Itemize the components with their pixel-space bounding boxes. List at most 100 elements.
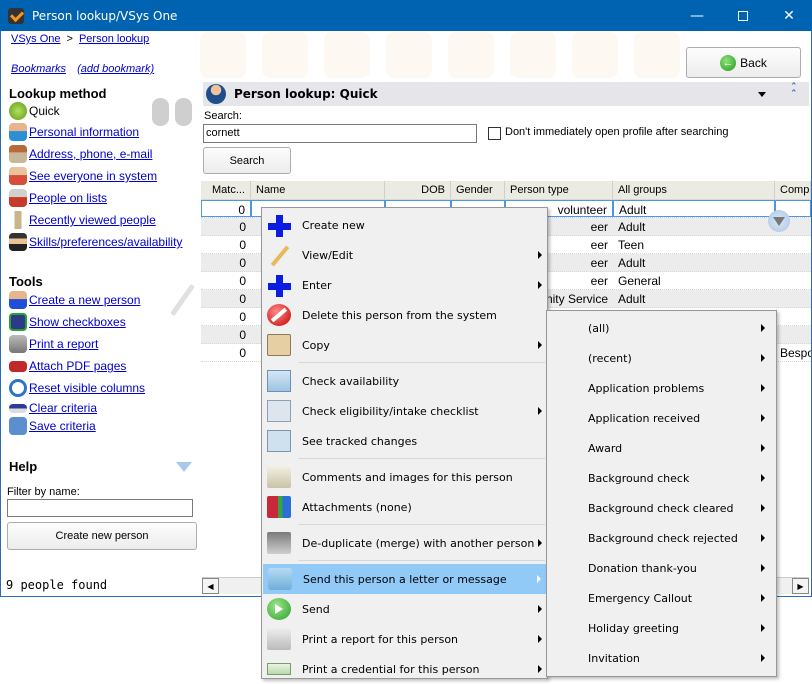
- bookmarks-link[interactable]: Bookmarks: [11, 63, 66, 75]
- lookup-people-on-lists[interactable]: People on lists: [9, 187, 182, 209]
- submenu-item[interactable]: Emergency Callout: [547, 583, 776, 613]
- collapse-icon[interactable]: ˆˆ: [791, 82, 797, 100]
- lookup-skills-link[interactable]: Skills/preferences/availability: [29, 235, 182, 249]
- context-menu-item[interactable]: Send: [262, 594, 547, 624]
- lookup-address[interactable]: Address, phone, e-mail: [9, 143, 182, 165]
- lookup-skills[interactable]: Skills/preferences/availability: [9, 231, 182, 253]
- context-menu-item[interactable]: See tracked changes: [262, 426, 547, 456]
- match-cell: 0: [239, 256, 246, 270]
- lookup-recently-viewed[interactable]: Recently viewed people: [9, 209, 182, 231]
- context-menu-item[interactable]: De-duplicate (merge) with another person: [262, 528, 547, 558]
- tool-attach-pdf[interactable]: Attach PDF pages: [9, 355, 145, 377]
- lookup-personal-information-link[interactable]: Personal information: [29, 125, 139, 139]
- lookup-personal-information[interactable]: Personal information: [9, 121, 182, 143]
- menu-separator: [298, 560, 545, 561]
- filter-by-name-input[interactable]: [7, 499, 193, 517]
- context-menu-item[interactable]: Enter: [262, 270, 547, 300]
- submenu-item[interactable]: Background check cleared: [547, 493, 776, 523]
- submenu-item[interactable]: Background check rejected: [547, 523, 776, 553]
- context-menu-item[interactable]: View/Edit: [262, 240, 547, 270]
- submenu-arrow-icon: [761, 384, 765, 392]
- context-menu-item[interactable]: Print a report for this person: [262, 624, 547, 654]
- group-icon: [9, 167, 27, 185]
- panel-title: Person lookup: Quick: [234, 87, 378, 101]
- tool-reset-columns-link[interactable]: Reset visible columns: [29, 381, 145, 395]
- column-header-name[interactable]: Name: [251, 181, 385, 199]
- context-menu-item[interactable]: Attachments (none): [262, 492, 547, 522]
- context-menu-item-label: Check availability: [302, 374, 400, 388]
- context-menu-item[interactable]: Check availability: [262, 366, 547, 396]
- context-menu-item[interactable]: Print a credential for this person: [262, 654, 547, 684]
- submenu-item[interactable]: (all): [547, 313, 776, 343]
- submenu-arrow-icon: [537, 575, 541, 583]
- hourglass-icon: [9, 211, 27, 229]
- search-input[interactable]: cornett: [203, 124, 477, 143]
- submenu-item-label: (recent): [588, 351, 632, 365]
- tool-print-report[interactable]: Print a report: [9, 333, 145, 355]
- dont-open-profile-checkbox[interactable]: [488, 127, 501, 140]
- submenu-item[interactable]: (recent): [547, 343, 776, 373]
- search-button[interactable]: Search: [203, 147, 291, 174]
- tool-show-checkboxes[interactable]: Show checkboxes: [9, 311, 145, 333]
- add-bookmark-link[interactable]: (add bookmark): [77, 63, 154, 75]
- tool-save-criteria-link[interactable]: Save criteria: [29, 419, 96, 433]
- submenu-item[interactable]: Background check: [547, 463, 776, 493]
- tool-clear-criteria[interactable]: Clear criteria: [9, 399, 145, 417]
- scroll-right-button[interactable]: ▶: [792, 578, 809, 594]
- watermark-logo: [448, 32, 494, 78]
- column-header-dob[interactable]: DOB: [385, 181, 451, 199]
- lookup-everyone[interactable]: See everyone in system: [9, 165, 182, 187]
- filter-funnel-icon[interactable]: [768, 210, 790, 232]
- context-menu-item[interactable]: Comments and images for this person: [262, 462, 547, 492]
- submenu-item-label: Holiday greeting: [588, 621, 679, 635]
- close-button[interactable]: ✕: [766, 0, 812, 31]
- tool-attach-pdf-link[interactable]: Attach PDF pages: [29, 359, 126, 373]
- context-menu-item[interactable]: Check eligibility/intake checklist: [262, 396, 547, 426]
- tool-create-person[interactable]: Create a new person: [9, 289, 145, 311]
- context-menu-item[interactable]: Create new: [262, 210, 547, 240]
- scroll-left-button[interactable]: ◀: [202, 578, 219, 594]
- submenu-item[interactable]: Donation thank-you: [547, 553, 776, 583]
- breadcrumb-person-lookup-link[interactable]: Person lookup: [79, 33, 149, 45]
- column-header-gender[interactable]: Gender: [451, 181, 505, 199]
- submenu-arrow-icon: [761, 564, 765, 572]
- lookup-everyone-link[interactable]: See everyone in system: [29, 169, 157, 183]
- tool-show-checkboxes-link[interactable]: Show checkboxes: [29, 315, 126, 329]
- context-menu-item[interactable]: Send this person a letter or message: [263, 564, 546, 594]
- context-menu-item[interactable]: Delete this person from the system: [262, 300, 547, 330]
- submenu-item[interactable]: Invitation: [547, 643, 776, 673]
- submenu-item[interactable]: Application problems: [547, 373, 776, 403]
- create-new-person-button[interactable]: Create new person: [7, 522, 197, 550]
- tool-save-criteria[interactable]: Save criteria: [9, 417, 145, 435]
- submenu-item[interactable]: Holiday greeting: [547, 613, 776, 643]
- back-button[interactable]: ← Back: [686, 47, 801, 78]
- submenu-item[interactable]: Award: [547, 433, 776, 463]
- lookup-quick[interactable]: Quick: [9, 101, 182, 121]
- maximize-button[interactable]: [720, 0, 766, 31]
- column-header-person-type[interactable]: Person type: [505, 181, 613, 199]
- panel-header: Person lookup: Quick ˆˆ: [203, 82, 809, 106]
- tool-reset-columns[interactable]: Reset visible columns: [9, 377, 145, 399]
- lookup-recently-viewed-link[interactable]: Recently viewed people: [29, 213, 156, 227]
- column-header-company[interactable]: Comp: [775, 181, 811, 199]
- lookup-address-link[interactable]: Address, phone, e-mail: [29, 147, 152, 161]
- tool-clear-criteria-link[interactable]: Clear criteria: [29, 401, 97, 415]
- column-header-match[interactable]: Matc...: [201, 181, 251, 199]
- tool-create-person-link[interactable]: Create a new person: [29, 293, 140, 307]
- help-expand-icon[interactable]: [176, 462, 192, 472]
- breadcrumb-home-link[interactable]: VSys One: [11, 33, 61, 45]
- magnifier-icon: [267, 430, 291, 452]
- submenu-item-label: Application problems: [588, 381, 705, 395]
- submenu-arrow-icon: [538, 407, 542, 415]
- company-cell: [775, 272, 811, 289]
- submenu-arrow-icon: [761, 534, 765, 542]
- submenu-item[interactable]: Application received: [547, 403, 776, 433]
- tool-print-report-link[interactable]: Print a report: [29, 337, 98, 351]
- column-header-all-groups[interactable]: All groups: [613, 181, 775, 199]
- groups-cell: General: [618, 274, 661, 288]
- minimize-button[interactable]: —: [674, 0, 720, 31]
- lookup-people-on-lists-link[interactable]: People on lists: [29, 191, 107, 205]
- groups-cell: Teen: [618, 238, 645, 252]
- panel-dropdown-icon[interactable]: [758, 92, 766, 97]
- context-menu-item[interactable]: Copy: [262, 330, 547, 360]
